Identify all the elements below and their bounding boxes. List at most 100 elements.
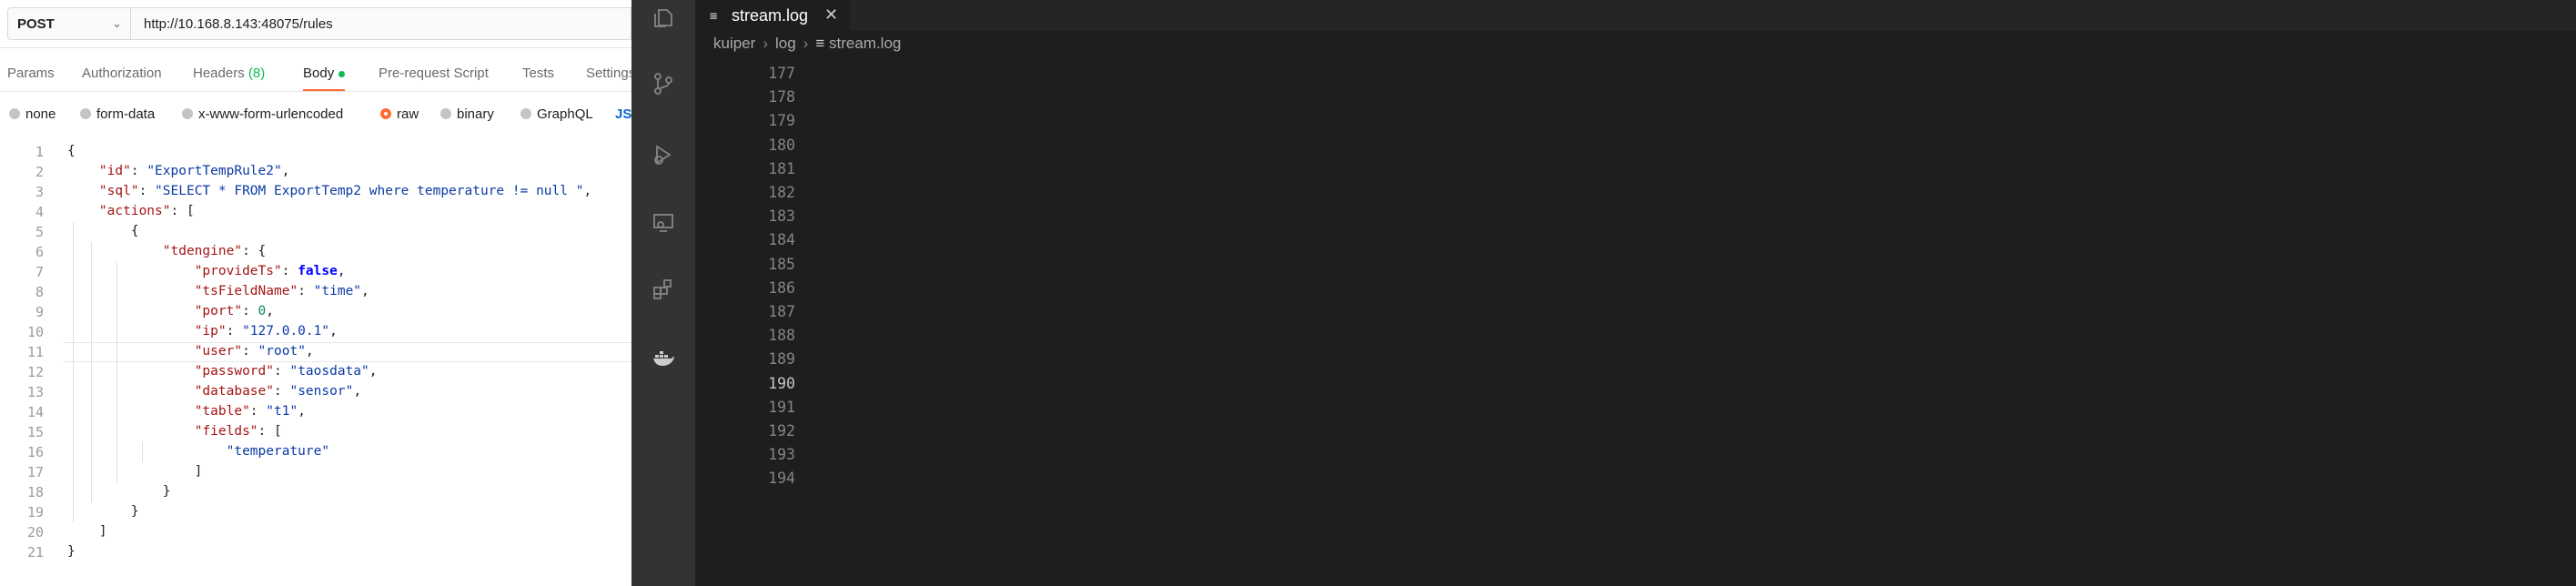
log-line-number: 188 — [768, 327, 795, 345]
tab-authorization[interactable]: Authorization — [82, 66, 162, 81]
code-line: } — [67, 544, 76, 559]
remote-explorer-icon[interactable] — [651, 209, 676, 235]
line-number: 3 — [35, 184, 44, 200]
tab-headers[interactable]: Headers (8) — [193, 66, 265, 81]
log-line-number: 180 — [768, 136, 795, 154]
code-line: ] — [67, 524, 107, 539]
line-number: 6 — [35, 244, 44, 260]
log-line-number: 194 — [768, 470, 795, 488]
body-type-raw[interactable]: raw — [380, 106, 419, 122]
editor-tab-bar: ≡ stream.log ✕ — [695, 0, 2576, 32]
breadcrumb-item[interactable]: log — [775, 35, 796, 52]
line-number: 15 — [26, 424, 44, 440]
breadcrumb-separator-icon: › — [803, 35, 809, 52]
url-input[interactable]: http://10.168.8.143:48075/rules — [131, 7, 631, 40]
log-line-number: 190 — [768, 374, 795, 392]
code-line: "sql": "SELECT * FROM ExportTemp2 where … — [98, 184, 592, 198]
body-type-options: none form-data x-www-form-urlencoded raw… — [0, 100, 631, 129]
tab-body-label: Body — [303, 66, 335, 81]
log-line-number: 184 — [768, 231, 795, 249]
log-line-number: 185 — [768, 255, 795, 273]
line-number: 11 — [26, 344, 44, 360]
line-number: 2 — [35, 164, 44, 180]
code-line: "table": "t1", — [194, 404, 306, 419]
body-type-label: binary — [457, 106, 494, 122]
line-number: 5 — [35, 224, 44, 240]
log-line-number: 191 — [768, 398, 795, 416]
tab-params[interactable]: Params — [7, 66, 55, 81]
code-line: "tdengine": { — [162, 244, 267, 258]
editor-tab-stream-log[interactable]: ≡ stream.log ✕ — [695, 0, 850, 32]
activity-bar — [631, 0, 695, 586]
indent-guide — [142, 442, 143, 462]
files-icon[interactable] — [651, 5, 676, 31]
tab-settings[interactable]: Settings — [586, 66, 631, 81]
line-number: 9 — [35, 304, 44, 320]
log-editor: ≡ stream.log ✕ kuiper › log › ≡ stream.log 1… — [695, 0, 2576, 586]
radio-icon — [520, 108, 531, 119]
run-debug-icon[interactable] — [651, 142, 676, 167]
line-numbers: 1 2 3 4 5 6 7 8 9 10 11 12 13 14 15 16 17 18 19 20 21 — [0, 142, 53, 586]
line-number: 16 — [26, 444, 44, 460]
body-type-form-data[interactable]: form-data — [80, 106, 155, 122]
body-type-label: GraphQL — [537, 106, 593, 122]
line-number: 13 — [26, 384, 44, 400]
code-line: "provideTs": false, — [194, 264, 346, 278]
tab-pre-request-script[interactable]: Pre-request Script — [379, 66, 489, 81]
breadcrumb-item[interactable]: stream.log — [829, 35, 901, 52]
tab-tests[interactable]: Tests — [522, 66, 554, 81]
code-line: "temperature" — [226, 444, 330, 459]
file-lines-icon: ≡ — [815, 35, 829, 52]
log-line-number: 177 — [768, 65, 795, 82]
docker-icon[interactable] — [651, 346, 676, 371]
line-number: 17 — [26, 464, 44, 480]
line-number: 21 — [26, 544, 44, 561]
log-line-number: 193 — [768, 446, 795, 464]
body-type-none[interactable]: none — [9, 106, 56, 122]
radio-icon — [9, 108, 20, 119]
body-type-urlencoded[interactable]: x-www-form-urlencoded — [182, 106, 343, 122]
breadcrumb-separator-icon: › — [763, 35, 768, 52]
code-line: } — [67, 504, 139, 519]
close-icon[interactable]: ✕ — [824, 5, 838, 25]
radio-icon — [182, 108, 193, 119]
line-number: 10 — [26, 324, 44, 340]
code-line: "id": "ExportTempRule2", — [98, 164, 290, 178]
log-line-number: 187 — [768, 303, 795, 320]
file-lines-icon: ≡ — [710, 9, 718, 24]
body-type-binary[interactable]: binary — [440, 106, 494, 122]
request-body-editor[interactable]: 1 2 3 4 5 6 7 8 9 10 11 12 13 14 15 16 17 18 19 20 21 { "id"… — [0, 142, 631, 586]
code-line: "database": "sensor", — [194, 384, 362, 399]
log-line-number: 181 — [768, 159, 795, 177]
code-line: "tsFieldName": "time", — [194, 284, 369, 298]
body-type-label: none — [25, 106, 56, 122]
log-line-number: 192 — [768, 422, 795, 440]
request-tabs: Params Authorization Headers (8) Body Pr… — [0, 60, 631, 92]
body-type-label: x-www-form-urlencoded — [198, 106, 344, 122]
radio-icon — [80, 108, 91, 119]
body-type-label: raw — [397, 106, 419, 122]
body-indicator-icon — [338, 70, 346, 77]
body-type-graphql[interactable]: GraphQL — [520, 106, 593, 122]
headers-count: (8) — [247, 66, 266, 81]
body-format-select[interactable]: JSON — [615, 106, 631, 122]
extensions-icon[interactable] — [651, 277, 676, 302]
code-line: "port": 0, — [194, 304, 275, 318]
source-control-icon[interactable] — [651, 71, 676, 96]
code-line: ] — [67, 464, 203, 479]
method-select[interactable]: POST ⌄ — [7, 7, 131, 40]
breadcrumb: kuiper › log › ≡ stream.log — [713, 35, 901, 56]
code-line: "user": "root", — [194, 344, 314, 359]
line-number: 18 — [26, 484, 44, 500]
radio-icon — [440, 108, 451, 119]
indent-guide — [116, 262, 117, 482]
log-line-number: 182 — [768, 184, 795, 201]
code-line: { — [67, 224, 139, 238]
code-line: "fields": [ — [194, 424, 282, 439]
line-number: 19 — [26, 504, 44, 520]
request-pane: POST ⌄ http://10.168.8.143:48075/rules P… — [0, 0, 631, 586]
breadcrumb-item[interactable]: kuiper — [713, 35, 755, 52]
chevron-down-icon: ⌄ — [112, 16, 122, 30]
code-area[interactable]: { "id": "ExportTempRule2", "sql": "SELEC… — [67, 142, 631, 586]
tab-body[interactable]: Body — [303, 66, 346, 91]
